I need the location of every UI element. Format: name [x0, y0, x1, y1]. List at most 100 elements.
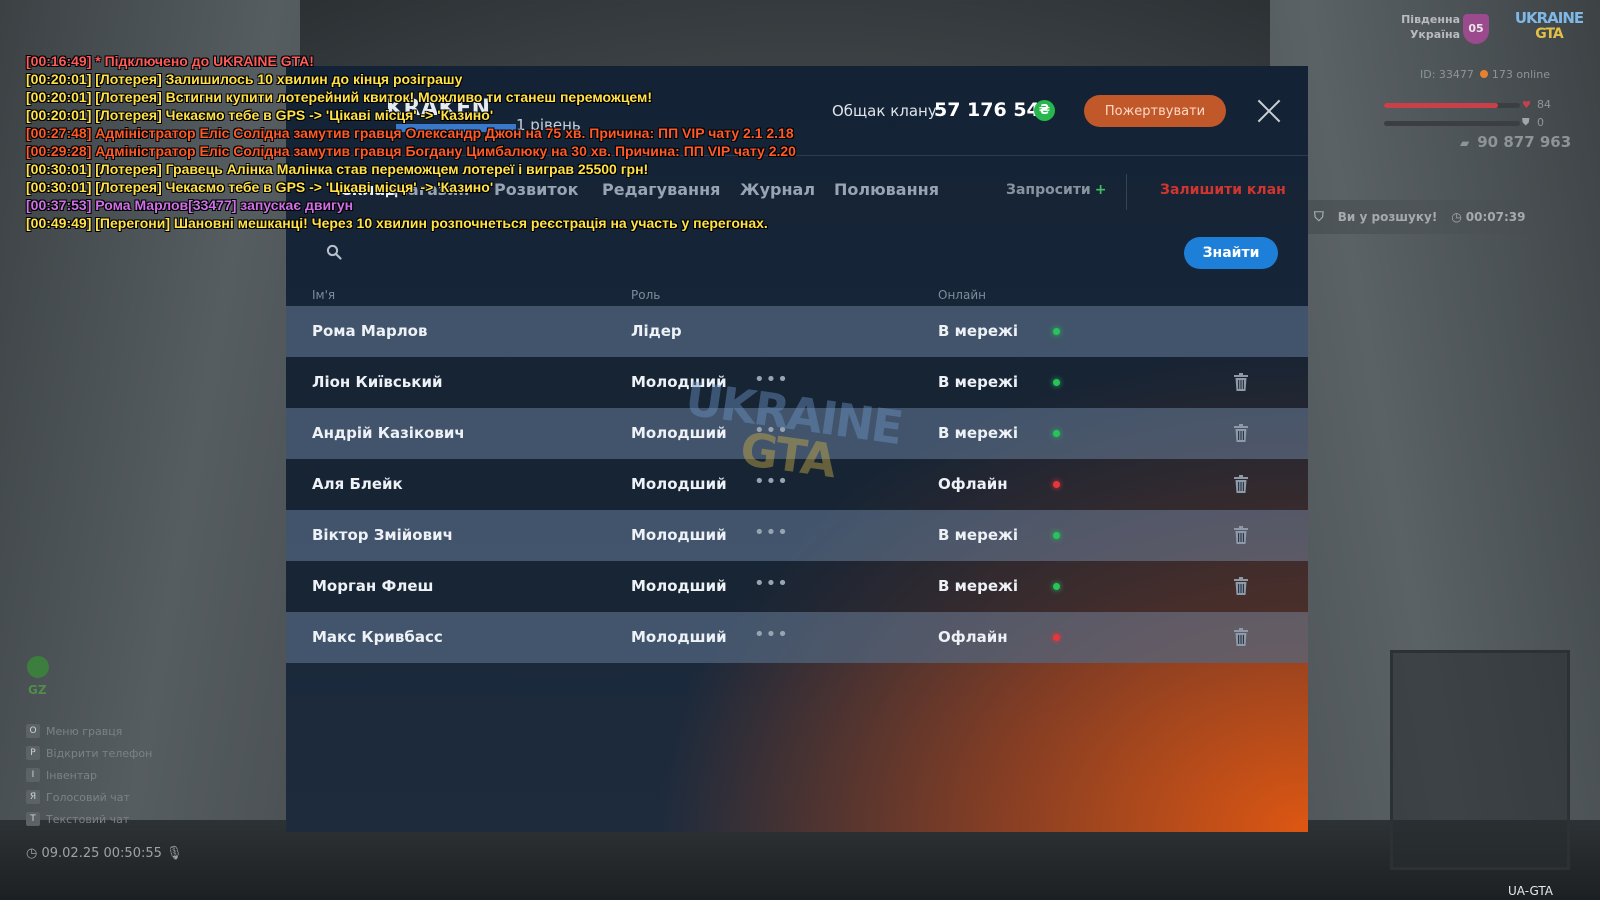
search-input[interactable]: [356, 236, 1056, 268]
trash-icon[interactable]: [1234, 577, 1248, 595]
member-status: Офлайн: [938, 628, 1008, 646]
chat-line: [00:27:48] Адміністратор Еліс Солідна за…: [26, 125, 794, 141]
chat-line: [00:30:01] [Лотерея] Чекаємо тебе в GPS …: [26, 179, 494, 195]
member-role: Молодший: [631, 577, 727, 595]
status-indicator-icon: [1053, 430, 1060, 437]
search-bar: Знайти: [286, 226, 1308, 278]
close-icon[interactable]: [1254, 96, 1284, 126]
member-status: В мережі: [938, 526, 1019, 544]
member-role: Молодший: [631, 475, 727, 493]
member-status: В мережі: [938, 424, 1019, 442]
region-label: Південна Україна: [1401, 13, 1460, 41]
chat-line: [00:16:49] * Підключено до UKRAINE GTA!: [26, 53, 314, 69]
hryvnia-icon: ₴: [1034, 100, 1055, 121]
more-options-icon[interactable]: •••: [754, 471, 789, 492]
more-options-icon[interactable]: •••: [754, 420, 789, 441]
wanted-panel: ⛉ Ви у розшуку! ◷ 00:07:39: [1300, 200, 1600, 234]
member-status: В мережі: [938, 373, 1019, 391]
trash-icon[interactable]: [1234, 475, 1248, 493]
status-indicator-icon: [1053, 379, 1060, 386]
key-hint-label: Голосовий чат: [46, 790, 130, 804]
chat-line: [00:20:01] [Лотерея] Встигни купити лоте…: [26, 89, 653, 105]
key-cap: I: [26, 768, 40, 782]
table-row: Віктор Змійович Молодший ••• В мережі: [286, 510, 1308, 561]
wanted-label: Ви у розшуку!: [1337, 210, 1438, 224]
key-hint-label: Текстовий чат: [46, 812, 130, 826]
health-value: 84: [1537, 98, 1551, 111]
key-hint: T Текстовий чат: [26, 808, 152, 830]
microphone-icon: 🎙: [166, 846, 183, 861]
chat-line: [00:20:01] [Лотерея] Залишилось 10 хвили…: [26, 71, 463, 87]
key-cap: O: [26, 724, 40, 738]
member-table-header: Ім'я Роль Онлайн: [286, 286, 1308, 306]
trash-icon[interactable]: [1234, 424, 1248, 442]
more-options-icon[interactable]: •••: [754, 369, 789, 390]
column-header-name: Ім'я: [312, 288, 336, 302]
more-options-icon[interactable]: •••: [754, 573, 789, 594]
member-status: В мережі: [938, 577, 1019, 595]
health-bar: [1384, 103, 1520, 108]
member-name: Аля Блейк: [312, 475, 403, 493]
money-icon: ▰: [1460, 136, 1470, 150]
table-row: Андрій Казікович Молодший ••• В мережі: [286, 408, 1308, 459]
chat-log: [00:16:49] * Підключено до UKRAINE GTA! […: [26, 52, 856, 232]
search-icon: [326, 244, 342, 260]
plus-icon: +: [1094, 182, 1107, 198]
member-name: Ліон Київський: [312, 373, 443, 391]
server-logo: UKRAINE GTA: [1514, 9, 1584, 42]
trash-icon[interactable]: [1234, 526, 1248, 544]
member-role: Молодший: [631, 526, 727, 544]
key-hint: P Відкрити телефон: [26, 742, 152, 764]
region-badge-icon: 05: [1463, 14, 1489, 44]
key-hint-label: Інвентар: [46, 768, 98, 782]
key-hint: I Інвентар: [26, 764, 152, 786]
player-id: ID: 33477 173 online: [1420, 68, 1550, 81]
clock-icon: ◷: [1451, 210, 1462, 224]
donate-button[interactable]: Пожертвувати: [1084, 95, 1226, 127]
background-locker: [1390, 650, 1570, 870]
armor-value: 0: [1537, 116, 1544, 129]
chat-line: [00:49:49] [Перегони] Шановні мешканці! …: [26, 215, 768, 231]
wanted-timer: 00:07:39: [1465, 210, 1526, 224]
invite-button[interactable]: Запросити +: [1006, 182, 1106, 198]
chat-line: [00:37:53] Рома Марлов[33477] запускає д…: [26, 197, 354, 213]
chat-line: [00:20:01] [Лотерея] Чекаємо тебе в GPS …: [26, 107, 494, 123]
background-floor: [0, 820, 1600, 900]
status-indicator-icon: [1053, 532, 1060, 539]
key-hint: Я Голосовий чат: [26, 786, 152, 808]
heart-icon: ♥: [1522, 100, 1531, 111]
more-options-icon[interactable]: •••: [754, 522, 789, 543]
chat-line: [00:30:01] [Лотерея] Гравець Алінка Малі…: [26, 161, 649, 177]
find-button[interactable]: Знайти: [1184, 237, 1278, 269]
police-badge-icon: ⛉: [1314, 209, 1324, 225]
more-options-icon[interactable]: •••: [754, 624, 789, 645]
table-row: Макс Кривбасс Молодший ••• Офлайн: [286, 612, 1308, 663]
leave-clan-button[interactable]: Залишити клан: [1160, 182, 1286, 198]
datetime: ◷ 09.02.25 00:50:55 🎙: [26, 846, 183, 861]
member-status: В мережі: [938, 322, 1019, 340]
key-cap: T: [26, 812, 40, 826]
trash-icon[interactable]: [1234, 373, 1248, 391]
gang-zone-icon: [27, 656, 49, 678]
member-name: Віктор Змійович: [312, 526, 453, 544]
member-role: Молодший: [631, 373, 727, 391]
key-cap: Я: [26, 790, 40, 804]
member-role: Молодший: [631, 628, 727, 646]
member-status: Офлайн: [938, 475, 1008, 493]
key-hint: O Меню гравця: [26, 720, 152, 742]
member-name: Макс Кривбасс: [312, 628, 443, 646]
table-row: Морган Флеш Молодший ••• В мережі: [286, 561, 1308, 612]
status-indicator-icon: [1053, 583, 1060, 590]
key-hint-label: Меню гравця: [46, 724, 123, 738]
key-hints: O Меню гравця P Відкрити телефон I Інвентар Я Г…: [26, 720, 152, 830]
money-display: ▰ 90 877 963: [1460, 133, 1572, 151]
member-role: Лідер: [631, 322, 682, 340]
column-header-online: Онлайн: [938, 288, 986, 302]
divider: [1126, 174, 1127, 210]
trash-icon[interactable]: [1234, 628, 1248, 646]
member-name: Морган Флеш: [312, 577, 434, 595]
armor-icon: ⛊: [1522, 117, 1530, 128]
armor-bar: [1384, 121, 1520, 126]
key-hint-label: Відкрити телефон: [46, 746, 153, 760]
table-row: Рома Марлов Лідер В мережі: [286, 306, 1308, 357]
